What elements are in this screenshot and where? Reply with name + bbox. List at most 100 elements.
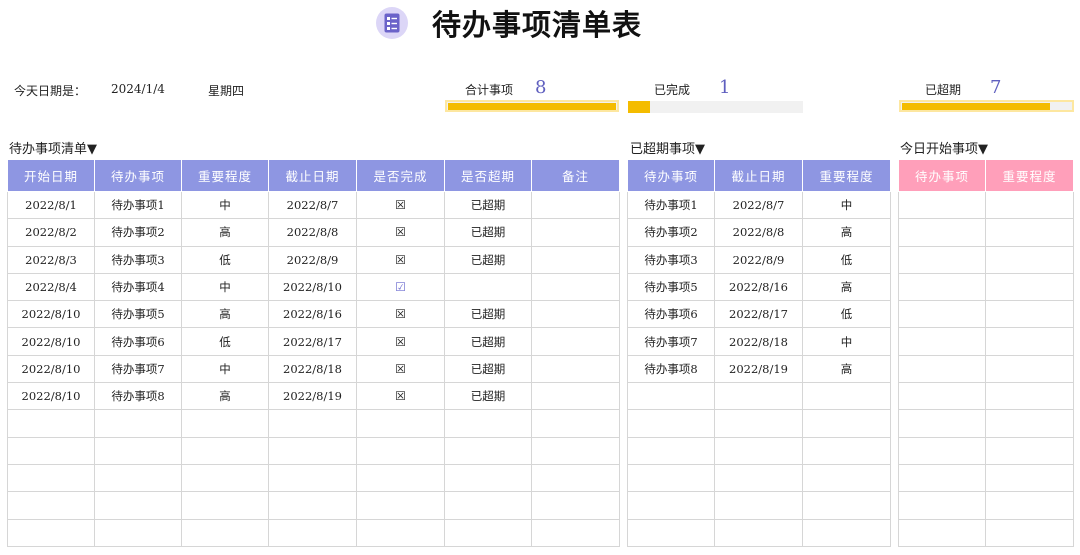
empty-cell[interactable] xyxy=(898,245,986,274)
table-cell[interactable]: 2022/8/18 xyxy=(714,327,803,356)
empty-cell[interactable] xyxy=(268,463,357,493)
table-cell[interactable]: 高 xyxy=(181,382,269,411)
table-cell[interactable]: 待办事项6 xyxy=(627,300,715,329)
empty-cell[interactable] xyxy=(985,327,1074,356)
empty-cell[interactable] xyxy=(802,436,891,465)
crossed-box-icon[interactable]: ☒ xyxy=(356,300,445,329)
empty-cell[interactable] xyxy=(898,436,986,465)
table-cell[interactable]: 高 xyxy=(181,300,269,329)
table-cell[interactable]: 2022/8/9 xyxy=(268,245,357,274)
table-cell[interactable]: 中 xyxy=(802,327,891,356)
empty-cell[interactable] xyxy=(181,436,269,465)
empty-cell[interactable] xyxy=(268,436,357,465)
empty-cell[interactable] xyxy=(898,409,986,438)
crossed-box-icon[interactable]: ☒ xyxy=(356,190,445,220)
empty-cell[interactable] xyxy=(898,354,986,384)
table-cell[interactable]: 待办事项7 xyxy=(627,327,715,356)
table-cell[interactable]: 2022/8/16 xyxy=(268,300,357,329)
empty-cell[interactable] xyxy=(7,518,95,547)
empty-cell[interactable] xyxy=(898,518,986,547)
crossed-box-icon[interactable]: ☒ xyxy=(356,354,445,384)
empty-cell[interactable] xyxy=(898,463,986,493)
main-table-label[interactable]: 待办事项清单▼ xyxy=(9,138,97,157)
empty-cell[interactable] xyxy=(714,491,803,520)
empty-cell[interactable] xyxy=(181,409,269,438)
empty-cell[interactable] xyxy=(627,436,715,465)
empty-cell[interactable] xyxy=(898,491,986,520)
table-cell[interactable]: 中 xyxy=(181,354,269,384)
empty-cell[interactable] xyxy=(94,436,182,465)
table-cell[interactable]: 2022/8/7 xyxy=(714,190,803,220)
table-cell[interactable]: 待办事项8 xyxy=(627,354,715,384)
table-cell[interactable]: 高 xyxy=(802,354,891,384)
empty-cell[interactable] xyxy=(444,518,532,547)
table-cell[interactable]: 待办事项5 xyxy=(627,272,715,302)
table-cell[interactable]: 已超期 xyxy=(444,245,532,274)
table-cell[interactable]: 2022/8/10 xyxy=(268,272,357,302)
empty-cell[interactable] xyxy=(898,272,986,302)
table-cell[interactable]: 待办事项3 xyxy=(627,245,715,274)
empty-cell[interactable] xyxy=(714,518,803,547)
table-cell[interactable]: 2022/8/3 xyxy=(7,245,95,274)
table-cell[interactable]: 待办事项5 xyxy=(94,300,182,329)
table-cell[interactable]: 已超期 xyxy=(444,382,532,411)
crossed-box-icon[interactable]: ☒ xyxy=(356,218,445,247)
table-cell[interactable]: 2022/8/4 xyxy=(7,272,95,302)
empty-cell[interactable] xyxy=(94,518,182,547)
empty-cell[interactable] xyxy=(531,409,620,438)
today-col-header[interactable]: 待办事项 xyxy=(898,159,986,192)
empty-cell[interactable] xyxy=(627,491,715,520)
table-cell[interactable]: 已超期 xyxy=(444,327,532,356)
empty-cell[interactable] xyxy=(985,491,1074,520)
todo-col-header[interactable]: 是否完成 xyxy=(356,159,445,192)
table-cell[interactable]: 低 xyxy=(802,300,891,329)
empty-cell[interactable] xyxy=(181,463,269,493)
empty-cell[interactable] xyxy=(444,436,532,465)
empty-cell[interactable] xyxy=(714,409,803,438)
table-cell[interactable]: 高 xyxy=(181,218,269,247)
empty-cell[interactable] xyxy=(802,518,891,547)
crossed-box-icon[interactable]: ☒ xyxy=(356,327,445,356)
table-cell[interactable]: 2022/8/9 xyxy=(714,245,803,274)
crossed-box-icon[interactable]: ☒ xyxy=(356,382,445,411)
table-cell[interactable]: 已超期 xyxy=(444,300,532,329)
table-cell[interactable]: 2022/8/19 xyxy=(268,382,357,411)
table-cell[interactable]: 高 xyxy=(802,218,891,247)
empty-cell[interactable] xyxy=(94,463,182,493)
empty-cell[interactable] xyxy=(985,190,1074,220)
table-cell[interactable] xyxy=(531,272,620,302)
table-cell[interactable]: 待办事项2 xyxy=(627,218,715,247)
overdue-col-header[interactable]: 重要程度 xyxy=(802,159,891,192)
empty-cell[interactable] xyxy=(531,491,620,520)
crossed-box-icon[interactable]: ☒ xyxy=(356,245,445,274)
table-cell[interactable]: 待办事项1 xyxy=(627,190,715,220)
empty-cell[interactable] xyxy=(356,409,445,438)
empty-cell[interactable] xyxy=(714,463,803,493)
table-cell[interactable] xyxy=(531,190,620,220)
table-cell[interactable]: 待办事项6 xyxy=(94,327,182,356)
table-cell[interactable]: 待办事项3 xyxy=(94,245,182,274)
empty-cell[interactable] xyxy=(985,463,1074,493)
empty-cell[interactable] xyxy=(985,245,1074,274)
empty-cell[interactable] xyxy=(714,382,803,411)
table-cell[interactable]: 2022/8/7 xyxy=(268,190,357,220)
table-cell[interactable]: 2022/8/1 xyxy=(7,190,95,220)
empty-cell[interactable] xyxy=(985,382,1074,411)
table-cell[interactable]: 2022/8/19 xyxy=(714,354,803,384)
table-cell[interactable]: 低 xyxy=(181,245,269,274)
empty-cell[interactable] xyxy=(802,491,891,520)
todo-col-header[interactable]: 重要程度 xyxy=(181,159,269,192)
table-cell[interactable]: 2022/8/16 xyxy=(714,272,803,302)
empty-cell[interactable] xyxy=(444,463,532,493)
table-cell[interactable]: 2022/8/8 xyxy=(268,218,357,247)
table-cell[interactable] xyxy=(531,300,620,329)
empty-cell[interactable] xyxy=(627,409,715,438)
overdue-table-label[interactable]: 已超期事项▼ xyxy=(630,138,705,157)
table-cell[interactable]: 2022/8/10 xyxy=(7,382,95,411)
table-cell[interactable] xyxy=(444,272,532,302)
table-cell[interactable]: 中 xyxy=(802,190,891,220)
empty-cell[interactable] xyxy=(531,436,620,465)
empty-cell[interactable] xyxy=(356,436,445,465)
table-cell[interactable]: 2022/8/2 xyxy=(7,218,95,247)
table-cell[interactable]: 待办事项2 xyxy=(94,218,182,247)
